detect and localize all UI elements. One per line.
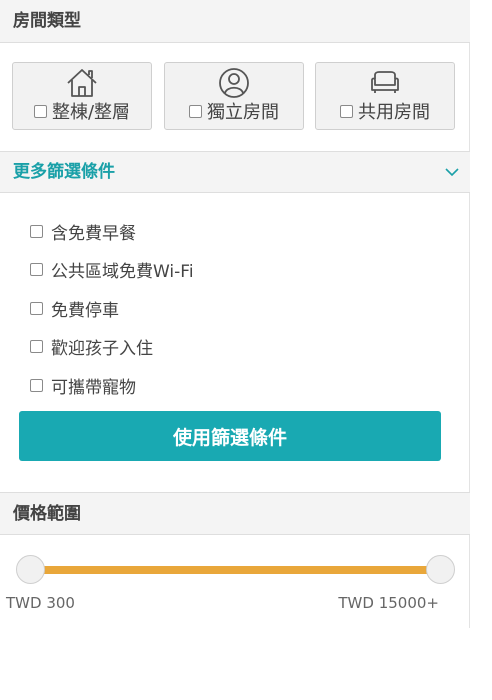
filter-free-parking-checkbox[interactable]	[30, 301, 43, 315]
filter-free-parking-label: 免費停車	[51, 300, 119, 321]
amenity-filter-list: 含免費早餐 公共區域免費Wi-Fi 免費停車 歡迎孩子入住 可攜帶寵物	[30, 212, 430, 405]
price-min-label: TWD 300	[6, 594, 75, 612]
room-type-entire-home-checkbox[interactable]	[33, 104, 47, 118]
filter-free-breakfast-label: 含免費早餐	[51, 223, 136, 244]
price-range-slider[interactable]	[16, 555, 456, 585]
room-type-entire-home-label: 整棟/整層	[51, 102, 131, 123]
room-type-header: 房間類型	[0, 0, 470, 43]
price-max-handle[interactable]	[426, 555, 455, 584]
filter-pets-allowed-checkbox[interactable]	[30, 378, 43, 392]
filter-pets-allowed[interactable]: 可攜帶寵物	[30, 366, 430, 405]
price-max-label: TWD 15000+	[338, 594, 439, 612]
filter-free-breakfast-checkbox[interactable]	[30, 224, 43, 238]
room-type-title: 房間類型	[13, 11, 81, 31]
room-type-private-room-label: 獨立房間	[207, 102, 279, 123]
room-type-private-room-checkbox[interactable]	[189, 104, 202, 118]
filter-free-wifi[interactable]: 公共區域免費Wi-Fi	[30, 251, 430, 290]
apply-filters-button[interactable]: 使用篩選條件	[19, 411, 441, 461]
filter-kids-welcome[interactable]: 歡迎孩子入住	[30, 328, 430, 367]
filter-free-parking[interactable]: 免費停車	[30, 289, 430, 328]
room-type-private-room-button[interactable]: 獨立房間	[164, 62, 304, 130]
room-type-shared-room-button[interactable]: 共用房間	[315, 62, 455, 130]
more-filters-header[interactable]: 更多篩選條件	[0, 151, 470, 193]
room-type-shared-room-checkbox[interactable]	[340, 104, 353, 118]
price-range-header: 價格範圍	[0, 492, 470, 535]
room-type-options: 整棟/整層 獨立房間 共用房間	[12, 62, 456, 130]
sofa-icon	[371, 71, 399, 93]
more-filters-title: 更多篩選條件	[13, 162, 115, 182]
person-icon	[219, 68, 249, 98]
house-icon	[67, 69, 97, 97]
filter-panel: 房間類型 整棟/整層 獨立房間 共用房間 更多篩選條件 含免費早餐 公共區域免費…	[0, 0, 470, 628]
filter-kids-welcome-checkbox[interactable]	[30, 340, 43, 354]
filter-free-wifi-checkbox[interactable]	[30, 263, 43, 277]
chevron-down-icon	[445, 168, 459, 177]
room-type-entire-home-button[interactable]: 整棟/整層	[12, 62, 152, 130]
filter-kids-welcome-label: 歡迎孩子入住	[51, 339, 153, 360]
price-min-handle[interactable]	[16, 555, 45, 584]
filter-free-wifi-label: 公共區域免費Wi-Fi	[51, 262, 194, 283]
room-type-shared-room-label: 共用房間	[358, 102, 430, 123]
price-range-track	[28, 566, 444, 574]
filter-pets-allowed-label: 可攜帶寵物	[51, 377, 136, 398]
filter-free-breakfast[interactable]: 含免費早餐	[30, 212, 430, 251]
price-range-title: 價格範圍	[13, 504, 81, 524]
